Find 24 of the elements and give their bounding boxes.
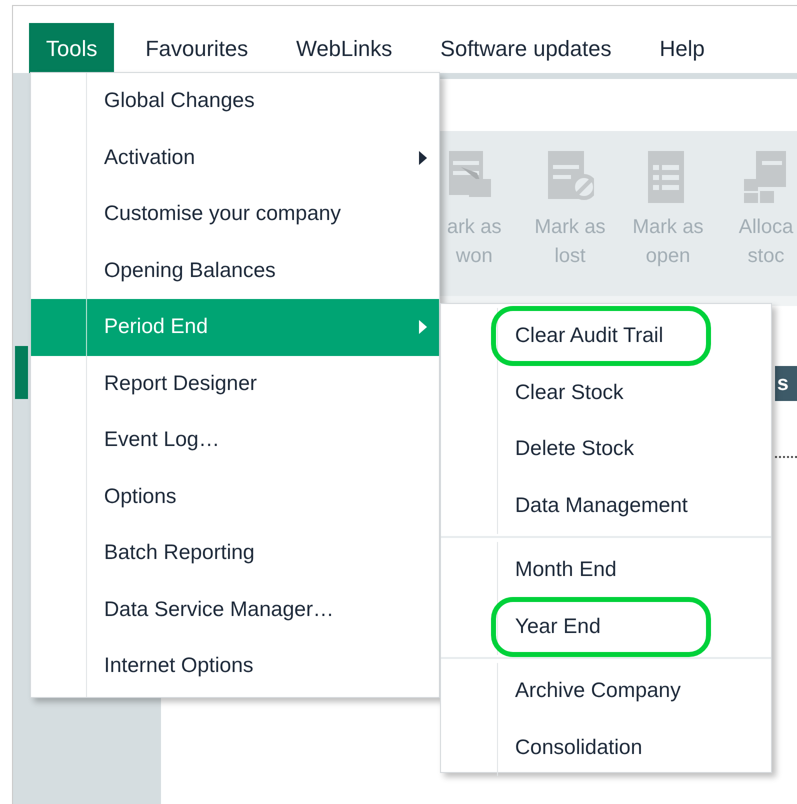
menu-item[interactable]: Internet Options	[31, 638, 439, 694]
menu-item[interactable]: Clear Stock	[441, 364, 771, 421]
menu-tab[interactable]: Favourites	[128, 23, 266, 73]
menu-tab[interactable]: Help	[642, 23, 722, 73]
menu-item[interactable]: Activation	[31, 130, 439, 186]
table-header: s	[775, 366, 797, 401]
menu-item[interactable]: Delete Stock	[441, 421, 771, 478]
menu-tab[interactable]: WebLinks	[279, 23, 410, 73]
menu-item[interactable]: Event Log…	[31, 412, 439, 468]
menu-item[interactable]: Archive Company	[441, 663, 771, 720]
menu-item[interactable]: Consolidation	[441, 720, 771, 776]
menu-item[interactable]: Customise your company	[31, 186, 439, 242]
menu-item[interactable]: Options	[31, 468, 439, 525]
menu-item[interactable]: Data Service Manager…	[31, 582, 439, 638]
menu-item[interactable]: Global Changes	[31, 73, 439, 130]
menu-tab[interactable]: Tools	[29, 23, 114, 73]
sidebar-indicator	[15, 346, 28, 399]
menu-item[interactable]: Batch Reporting	[31, 525, 439, 582]
menu-item[interactable]: Year End	[441, 598, 771, 655]
menu-item[interactable]: Month End	[441, 542, 771, 598]
menu-item[interactable]: Report Designer	[31, 356, 439, 412]
menu-item[interactable]: Data Management	[441, 478, 771, 534]
menu-item[interactable]: Clear Audit Trail	[441, 308, 771, 364]
menu-tab[interactable]: Software updates	[423, 23, 629, 73]
